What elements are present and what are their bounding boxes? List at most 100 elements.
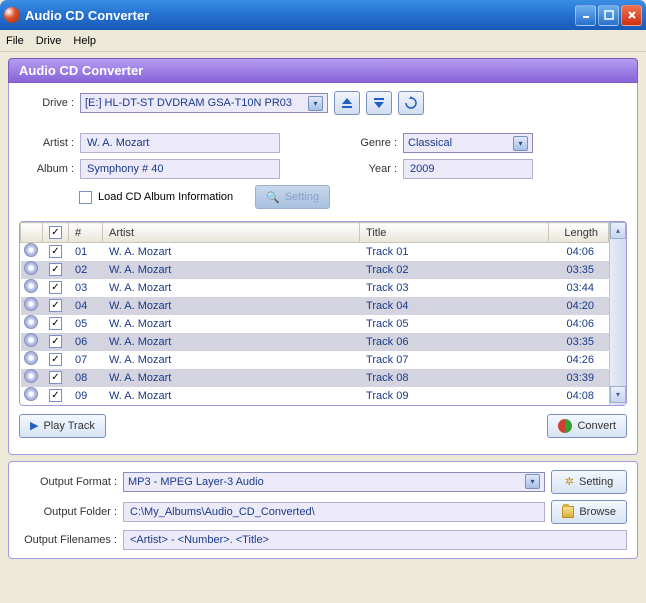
maximize-button[interactable] [598, 5, 619, 26]
year-field[interactable]: 2009 [403, 159, 533, 179]
close-button[interactable] [621, 5, 642, 26]
row-checkbox[interactable]: ✓ [49, 281, 62, 294]
section-header: Audio CD Converter [8, 58, 638, 83]
row-checkbox[interactable]: ✓ [49, 245, 62, 258]
row-num: 06 [69, 333, 103, 351]
scroll-down-icon[interactable]: ▾ [610, 386, 626, 403]
row-num: 08 [69, 369, 103, 387]
row-checkbox[interactable]: ✓ [49, 299, 62, 312]
table-row[interactable]: ✓04W. A. MozartTrack 0404:20 [21, 297, 609, 315]
drive-select[interactable]: [E:] HL-DT-ST DVDRAM GSA-T10N PR03 ▾ [80, 93, 328, 113]
row-length: 04:06 [549, 315, 609, 333]
row-num: 09 [69, 387, 103, 405]
row-title: Track 01 [360, 243, 549, 261]
eject-button[interactable] [334, 91, 360, 115]
table-row[interactable]: ✓ 06W. A. MozartTrack 0603:35 [21, 333, 609, 351]
load-cd-checkbox[interactable] [79, 191, 92, 204]
track-grid: ✓ # Artist Title Length ✓01W. A. MozartT… [19, 221, 627, 406]
row-title: Track 08 [360, 369, 549, 387]
cd-icon [21, 351, 43, 369]
row-length: 04:06 [549, 243, 609, 261]
convert-icon [558, 419, 572, 433]
row-checkbox[interactable]: ✓ [49, 317, 62, 330]
menu-drive[interactable]: Drive [36, 35, 62, 47]
row-num: 07 [69, 351, 103, 369]
artist-label: Artist : [19, 137, 74, 149]
row-artist: W. A. Mozart [103, 279, 360, 297]
row-checkbox[interactable]: ✓ [49, 335, 62, 348]
table-row[interactable]: ✓01W. A. MozartTrack 0104:06 [21, 243, 609, 261]
album-setting-button[interactable]: 🔍 Setting [255, 185, 330, 209]
row-num: 05 [69, 315, 103, 333]
table-row[interactable]: ✓05W. A. MozartTrack 0504:06 [21, 315, 609, 333]
chevron-down-icon: ▾ [308, 96, 323, 111]
artist-field[interactable]: W. A. Mozart [80, 133, 280, 153]
genre-select[interactable]: Classical ▾ [403, 133, 533, 153]
chevron-down-icon: ▾ [513, 136, 528, 151]
row-artist: W. A. Mozart [103, 387, 360, 405]
play-icon: ▶ [30, 419, 38, 432]
row-artist: W. A. Mozart [103, 315, 360, 333]
cd-icon [21, 279, 43, 297]
row-checkbox[interactable]: ✓ [49, 389, 62, 402]
play-track-button[interactable]: ▶ Play Track [19, 414, 106, 438]
row-length: 03:44 [549, 279, 609, 297]
row-num: 02 [69, 261, 103, 279]
row-num: 04 [69, 297, 103, 315]
row-title: Track 03 [360, 279, 549, 297]
scrollbar[interactable]: ▴ ▾ [609, 222, 626, 405]
output-folder-field[interactable]: C:\My_Albums\Audio_CD_Converted\ [123, 502, 545, 522]
minimize-button[interactable] [575, 5, 596, 26]
cd-icon [21, 261, 43, 279]
table-row[interactable]: ✓ 03W. A. MozartTrack 0303:44 [21, 279, 609, 297]
row-title: Track 09 [360, 387, 549, 405]
window-title: Audio CD Converter [25, 8, 575, 23]
output-setting-button[interactable]: ✲ Setting [551, 470, 627, 494]
check-all[interactable]: ✓ [49, 226, 62, 239]
convert-button[interactable]: Convert [547, 414, 627, 438]
col-length[interactable]: Length [549, 223, 609, 243]
row-length: 04:26 [549, 351, 609, 369]
row-title: Track 06 [360, 333, 549, 351]
table-row[interactable]: ✓ 09W. A. MozartTrack 0904:08 [21, 387, 609, 405]
col-num[interactable]: # [69, 223, 103, 243]
row-length: 03:39 [549, 369, 609, 387]
table-row[interactable]: ✓07W. A. MozartTrack 0704:26 [21, 351, 609, 369]
row-artist: W. A. Mozart [103, 333, 360, 351]
browse-button[interactable]: Browse [551, 500, 627, 524]
genre-label: Genre : [352, 137, 397, 149]
row-checkbox[interactable]: ✓ [49, 353, 62, 366]
cd-icon [21, 315, 43, 333]
row-length: 04:08 [549, 387, 609, 405]
row-title: Track 04 [360, 297, 549, 315]
album-field[interactable]: Symphony # 40 [80, 159, 280, 179]
year-label: Year : [352, 163, 397, 175]
row-num: 03 [69, 279, 103, 297]
output-format-value: MP3 - MPEG Layer-3 Audio [128, 476, 264, 488]
menu-help[interactable]: Help [73, 35, 96, 47]
table-row[interactable]: ✓02W. A. MozartTrack 0203:35 [21, 261, 609, 279]
col-check[interactable]: ✓ [43, 223, 69, 243]
menu-file[interactable]: File [6, 35, 24, 47]
menubar: File Drive Help [0, 30, 646, 52]
output-filenames-field[interactable]: <Artist> - <Number>. <Title> [123, 530, 627, 550]
row-checkbox[interactable]: ✓ [49, 263, 62, 276]
col-artist[interactable]: Artist [103, 223, 360, 243]
scroll-up-icon[interactable]: ▴ [610, 222, 626, 239]
row-title: Track 02 [360, 261, 549, 279]
col-icon[interactable] [21, 223, 43, 243]
cd-icon [21, 243, 43, 261]
drive-label: Drive : [19, 97, 74, 109]
refresh-button[interactable] [398, 91, 424, 115]
row-artist: W. A. Mozart [103, 351, 360, 369]
table-row[interactable]: ✓08W. A. MozartTrack 0803:39 [21, 369, 609, 387]
col-title[interactable]: Title [360, 223, 549, 243]
drive-value: [E:] HL-DT-ST DVDRAM GSA-T10N PR03 [85, 97, 292, 109]
titlebar: Audio CD Converter [0, 0, 646, 30]
load-button[interactable] [366, 91, 392, 115]
genre-value: Classical [408, 137, 452, 149]
output-format-select[interactable]: MP3 - MPEG Layer-3 Audio ▾ [123, 472, 545, 492]
output-folder-label: Output Folder : [19, 506, 117, 518]
row-checkbox[interactable]: ✓ [49, 371, 62, 384]
row-length: 03:35 [549, 333, 609, 351]
